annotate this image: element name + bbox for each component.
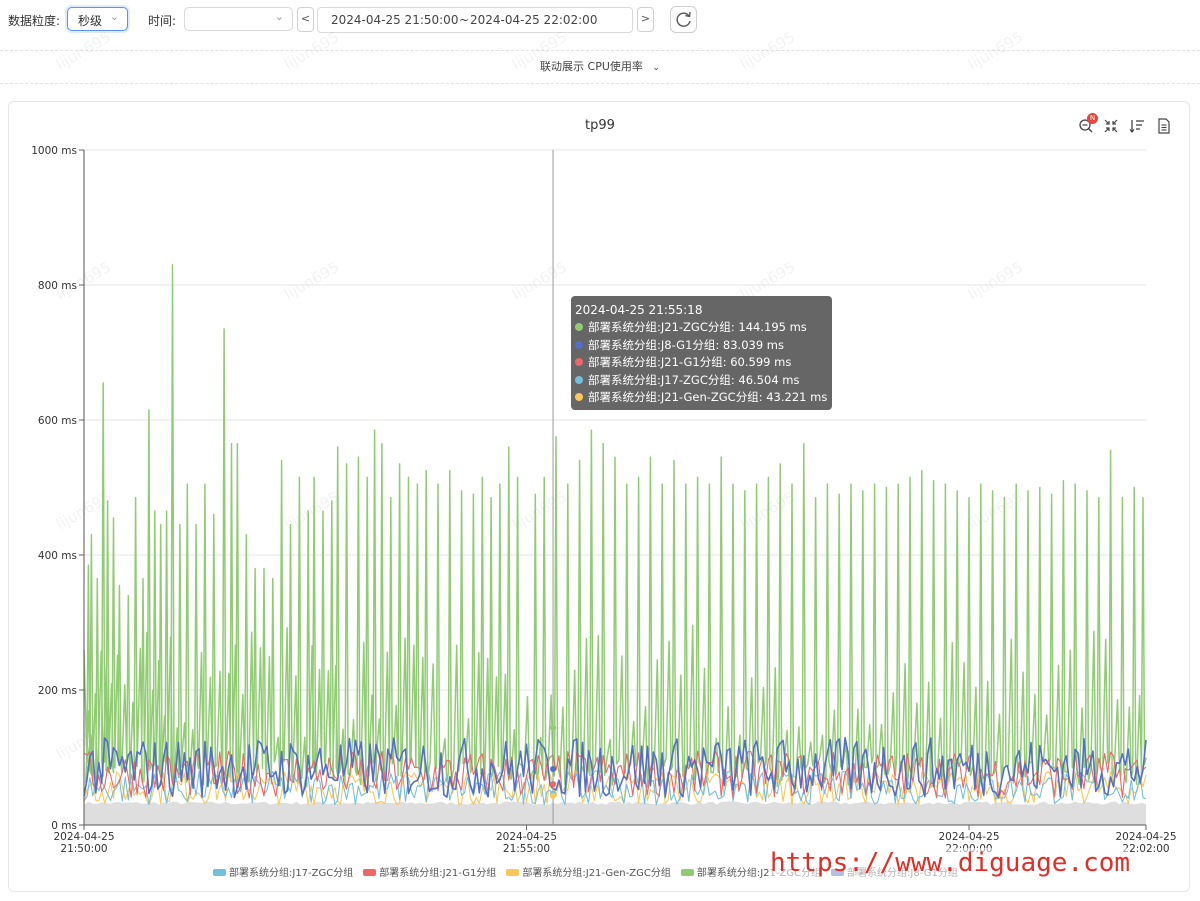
- y-tick-label: 800 ms: [38, 280, 77, 292]
- watermark-text: lijun695: [737, 28, 798, 74]
- legend-item[interactable]: 部署系统分组:J21-Gen-ZGC分组: [506, 864, 671, 879]
- legend-swatch: [506, 869, 520, 876]
- legend-swatch: [363, 869, 377, 876]
- tooltip-row: 部署系统分组:J21-G1分组: 60.599 ms: [575, 354, 828, 372]
- series-dot: [575, 340, 583, 349]
- legend-label: 部署系统分组:J21-G1分组: [379, 868, 497, 879]
- legend-label: 部署系统分组:J21-Gen-ZGC分组: [522, 868, 671, 879]
- watermark-text: lijun695: [281, 28, 342, 74]
- tooltip-row-text: 部署系统分组:J21-Gen-ZGC分组: 43.221 ms: [588, 390, 828, 405]
- watermark-text: lijun695: [509, 28, 570, 74]
- watermark-text: lijun695: [281, 258, 342, 304]
- site-watermark: https://www.diguage.com: [770, 848, 1131, 878]
- tooltip-time: 2024-04-25 21:55:18: [575, 303, 703, 317]
- legend-item[interactable]: 部署系统分组:J21-G1分组: [363, 864, 496, 879]
- tooltip-row-text: 部署系统分组:J21-ZGC分组: 144.195 ms: [588, 320, 807, 334]
- cursor-point: [550, 724, 557, 731]
- y-tick-label: 1000 ms: [31, 145, 77, 157]
- watermark-text: lijun695: [509, 258, 570, 304]
- y-tick-label: 600 ms: [38, 415, 77, 427]
- tooltip-row: 部署系统分组:J8-G1分组: 83.039 ms: [575, 337, 828, 355]
- baseline-area: [84, 801, 1146, 825]
- tp99-line-chart[interactable]: lijun695 lijun695 lijun695 lijun695 lijun695…: [0, 0, 1200, 901]
- tooltip-row: 部署系统分组:J17-ZGC分组: 46.504 ms: [575, 372, 828, 390]
- cursor-point: [550, 765, 557, 772]
- watermark-text: lijun695: [53, 28, 114, 74]
- x-tick-date: 2024-04-25: [53, 831, 114, 843]
- watermark-text: lijun695: [965, 28, 1026, 74]
- series-dot: [575, 393, 583, 402]
- tooltip-row: 部署系统分组:J21-Gen-ZGC分组: 43.221 ms: [575, 389, 828, 407]
- chart-tooltip: 2024-04-25 21:55:18 部署系统分组:J21-ZGC分组: 14…: [571, 296, 832, 410]
- legend-item[interactable]: 部署系统分组:J17-ZGC分组: [213, 864, 353, 879]
- x-tick-time: 21:55:00: [503, 843, 550, 855]
- series-dot: [575, 323, 583, 331]
- x-tick-date: 2024-04-25: [938, 831, 999, 843]
- series-dot: [575, 375, 583, 384]
- watermark-text: lijun695: [965, 258, 1026, 304]
- x-tick-date: 2024-04-25: [1115, 831, 1176, 843]
- tooltip-row: 部署系统分组:J21-ZGC分组: 144.195 ms: [575, 319, 828, 337]
- tooltip-row-text: 部署系统分组:J8-G1分组: 83.039 ms: [588, 337, 784, 352]
- legend-label: 部署系统分组:J17-ZGC分组: [229, 868, 354, 879]
- y-tick-label: 400 ms: [38, 550, 77, 562]
- tooltip-row-text: 部署系统分组:J17-ZGC分组: 46.504 ms: [588, 372, 800, 387]
- legend-swatch: [213, 869, 226, 876]
- tooltip-row-text: 部署系统分组:J21-G1分组: 60.599 ms: [588, 355, 792, 370]
- cursor-point: [550, 781, 557, 788]
- y-tick-label: 200 ms: [38, 685, 77, 697]
- x-tick-date: 2024-04-25: [496, 831, 557, 843]
- legend-swatch: [680, 869, 694, 876]
- cursor-point: [550, 792, 557, 799]
- series-dot: [575, 358, 583, 367]
- x-tick-time: 21:50:00: [60, 843, 107, 855]
